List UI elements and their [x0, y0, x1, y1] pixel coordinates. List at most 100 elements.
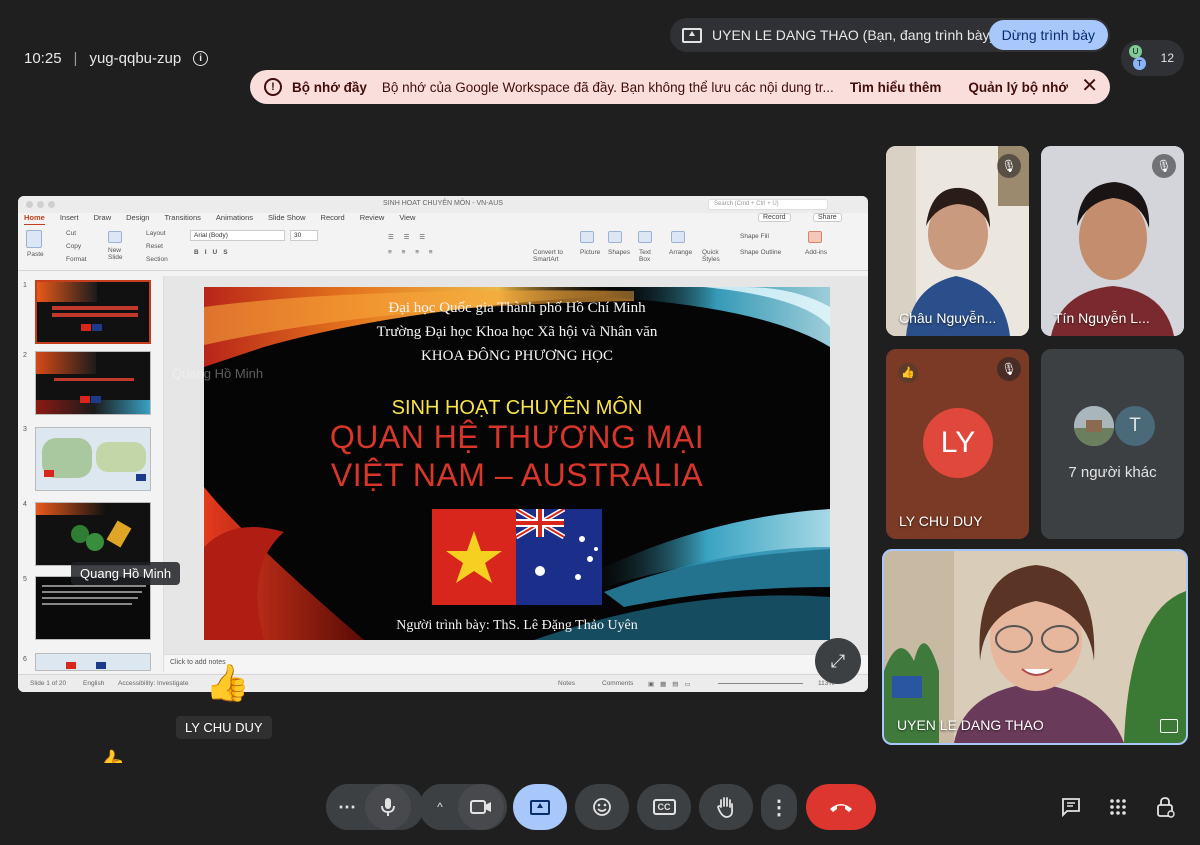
notes-toggle[interactable]: Notes	[558, 680, 575, 687]
info-icon[interactable]: i	[193, 51, 209, 66]
tab-record[interactable]: Record	[321, 213, 345, 225]
chat-icon[interactable]	[1057, 793, 1085, 821]
slide-thumbnail[interactable]	[35, 653, 151, 671]
font-size-select[interactable]: 30	[290, 230, 318, 241]
reset-button[interactable]: Reset	[146, 243, 163, 250]
notes-field[interactable]: Click to add notes	[164, 654, 868, 672]
participant-tile-tin[interactable]: 🎙 Tín Nguyễn L...	[1041, 146, 1184, 336]
meeting-details: 10:25 | yug-qqbu-zup i	[24, 50, 209, 67]
tab-transitions[interactable]: Transitions	[164, 213, 200, 225]
shape-fill-button[interactable]: Shape Fill	[740, 233, 769, 240]
avatar: T	[1115, 406, 1155, 446]
language-status[interactable]: English	[83, 680, 104, 687]
manage-storage-link[interactable]: Quản lý bộ nhớ	[968, 80, 1068, 95]
add-ins-icon[interactable]	[808, 231, 822, 243]
present-now-button[interactable]	[513, 784, 567, 830]
learn-more-link[interactable]: Tìm hiểu thêm	[850, 80, 942, 95]
quick-styles-button[interactable]: Quick Styles	[702, 249, 724, 263]
camera-button[interactable]	[458, 784, 504, 830]
tab-animations[interactable]: Animations	[216, 213, 253, 225]
arrange-icon[interactable]	[671, 231, 685, 243]
avatar: LY	[923, 408, 993, 478]
slide-thumbnails: 1 2 3 4 5 6	[18, 276, 164, 672]
share-button[interactable]: Share	[813, 213, 842, 222]
text-box-icon[interactable]	[638, 231, 652, 243]
australia-flag	[514, 506, 602, 605]
slide-number: 2	[23, 352, 27, 359]
copy-button[interactable]: Copy	[66, 243, 81, 250]
microphone-button[interactable]	[365, 784, 411, 830]
status-bar: Slide 1 of 20 English Accessibility: Inv…	[18, 674, 868, 692]
thumbs-up-reaction-icon: 👍	[94, 748, 127, 778]
current-slide[interactable]: Đại học Quốc gia Thành phố Hồ Chí Minh T…	[204, 287, 830, 640]
cut-button[interactable]: Cut	[66, 230, 76, 237]
raised-reaction-icon: 👍	[898, 363, 918, 383]
new-slide-icon[interactable]	[108, 231, 122, 243]
zoom-slider[interactable]	[718, 683, 803, 684]
more-options-button[interactable]: ⋮	[761, 784, 797, 830]
participant-tile-chau[interactable]: 🎙 Châu Nguyễn...	[886, 146, 1029, 336]
camera-icon	[470, 800, 491, 814]
slide-thumbnail[interactable]	[35, 427, 151, 491]
tab-review[interactable]: Review	[360, 213, 385, 225]
paste-icon[interactable]	[26, 230, 42, 248]
font-family-select[interactable]: Arial (Body)	[190, 230, 285, 241]
shape-outline-button[interactable]: Shape Outline	[740, 249, 781, 256]
slide-title-line1: QUAN HỆ THƯƠNG MẠI	[329, 419, 705, 455]
audio-settings-button[interactable]: ⋯	[330, 784, 364, 830]
text-box-label: Text Box	[639, 249, 651, 263]
hand-icon	[717, 797, 734, 818]
layout-button[interactable]: Layout	[146, 230, 166, 237]
emoji-icon	[593, 798, 611, 816]
pip-icon[interactable]	[1160, 719, 1178, 733]
captions-button[interactable]: CC	[637, 784, 691, 830]
union-jack-icon	[514, 506, 598, 580]
shapes-icon[interactable]	[608, 231, 622, 243]
reactions-button[interactable]	[575, 784, 629, 830]
tab-draw[interactable]: Draw	[94, 213, 112, 225]
presenting-indicator: UYEN LE DANG THAO (Bạn, đang trình bày) …	[670, 18, 1110, 52]
tab-design[interactable]: Design	[126, 213, 149, 225]
present-screen-icon	[530, 799, 550, 815]
raise-hand-button[interactable]	[699, 784, 753, 830]
activities-icon[interactable]	[1104, 793, 1132, 821]
slide-thumbnail[interactable]	[35, 576, 151, 640]
text-format-buttons[interactable]: BIUS	[194, 249, 234, 256]
tab-insert[interactable]: Insert	[60, 213, 79, 225]
slide-thumbnail[interactable]	[35, 502, 151, 566]
record-button[interactable]: Record	[758, 213, 791, 222]
slide-thumbnail[interactable]	[35, 280, 151, 344]
format-button[interactable]: Format	[66, 256, 87, 263]
other-participants-tile[interactable]: T 7 người khác	[1041, 349, 1184, 539]
slide-number: 4	[23, 501, 27, 508]
new-slide-label: New Slide	[108, 247, 123, 261]
accessibility-status[interactable]: Accessibility: Investigate	[118, 680, 188, 687]
search-box[interactable]: Search (Cmd + Ctrl + U)	[708, 199, 828, 210]
slide-subtitle: SINH HOẠT CHUYÊN MÔN	[391, 397, 643, 419]
thumbs-up-reaction-icon: 👍	[205, 662, 250, 703]
participants-button[interactable]: U T 12	[1121, 40, 1184, 76]
comments-toggle[interactable]: Comments	[602, 680, 633, 687]
stop-presenting-button[interactable]: Dừng trình bày	[988, 20, 1108, 50]
self-view-tile[interactable]: UYEN LE DANG THAO	[882, 549, 1188, 745]
expand-icon[interactable]: ⤢	[815, 638, 861, 684]
leave-call-button[interactable]	[806, 784, 876, 830]
banner-message: Bộ nhớ của Google Workspace đã đầy. Bạn …	[381, 79, 834, 95]
alignment-buttons[interactable]: ≡ ≡ ≡ ≡	[388, 249, 437, 256]
video-settings-button[interactable]: ^	[423, 784, 457, 830]
slide-thumbnail[interactable]	[35, 351, 151, 415]
others-count: 7 người khác	[1068, 464, 1157, 481]
view-buttons[interactable]: ▣▦▤▭	[648, 680, 697, 688]
picture-icon[interactable]	[580, 231, 594, 243]
tab-home[interactable]: Home	[24, 213, 45, 225]
paragraph-buttons[interactable]: ☰ ☰ ☰	[388, 233, 429, 241]
tab-view[interactable]: View	[399, 213, 415, 225]
host-controls-icon[interactable]	[1151, 793, 1179, 821]
section-button[interactable]: Section	[146, 256, 168, 263]
close-icon[interactable]: ✕	[1081, 75, 1098, 97]
convert-smartart-button[interactable]: Convert to SmartArt	[533, 249, 573, 263]
presenter-line: Người trình bày: ThS. Lê Đặng Thảo Uyên	[396, 618, 638, 633]
participant-tile-ly[interactable]: 👍 🎙 LY LY CHU DUY	[886, 349, 1029, 539]
window-titlebar: SINH HOAT CHUYÊN MÔN - VN-AUS Search (Cm…	[18, 196, 868, 213]
tab-slide-show[interactable]: Slide Show	[268, 213, 306, 225]
